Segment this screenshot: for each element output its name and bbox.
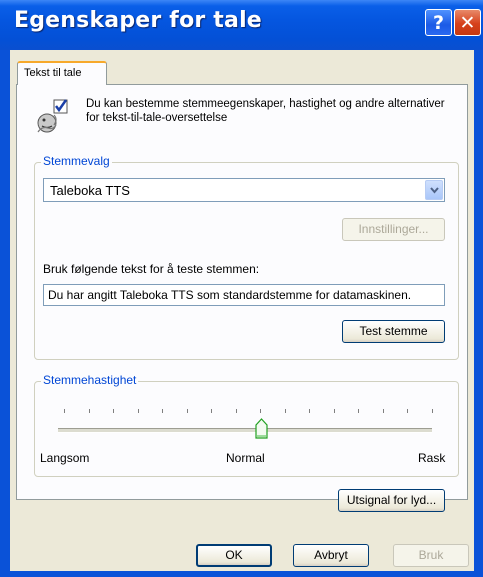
test-text-field[interactable] [43,284,445,306]
test-text-prompt: Bruk følgende tekst for å teste stemmen: [43,262,260,276]
ok-button[interactable]: OK [196,544,272,567]
chevron-down-icon[interactable] [425,180,443,200]
tab-tekst-til-tale[interactable]: Tekst til tale [17,61,107,85]
slider-tick [137,409,139,413]
speed-mid-label: Normal [226,451,265,465]
window-frame-left [0,50,10,577]
slider-tick [382,409,384,413]
audio-output-button[interactable]: Utsignal for lyd... [338,489,445,512]
voice-speed-label: Stemmehastighet [41,373,139,387]
title-bar[interactable]: Egenskaper for tale ? ✕ [0,0,483,50]
slider-tick [113,409,115,413]
slider-tick [235,409,237,413]
cancel-button[interactable]: Avbryt [293,544,369,567]
slider-tick [64,409,65,413]
slider-tick [407,409,409,413]
selected-voice: Taleboka TTS [50,183,130,198]
window-frame-right [474,50,483,577]
help-button[interactable]: ? [425,9,452,36]
test-text-input[interactable] [46,286,442,304]
slider-tick [358,409,360,413]
speed-slider-thumb[interactable] [254,418,268,439]
slider-tick [162,409,164,413]
settings-button[interactable]: Innstillinger... [342,218,445,241]
slider-tick [211,409,213,413]
tab-label: Tekst til tale [24,67,82,79]
slider-tick [260,409,262,413]
window-frame-bottom [0,571,483,577]
voice-select[interactable]: Taleboka TTS [43,178,445,202]
slider-tick [309,409,311,413]
window-title: Egenskaper for tale [14,8,262,33]
slider-tick [88,409,90,413]
slider-tick [333,409,335,413]
speed-slider-track[interactable] [58,428,432,433]
speed-min-label: Langsom [40,451,90,465]
speech-icon [37,99,68,133]
speed-max-label: Rask [418,451,446,465]
description-text: Du kan bestemme stemmeegenskaper, hastig… [86,98,445,124]
slider-tick [432,409,433,413]
voice-selection-label: Stemmevalg [41,154,112,168]
test-voice-button[interactable]: Test stemme [342,320,445,343]
slider-tick [284,409,286,413]
apply-button[interactable]: Bruk [393,544,469,567]
close-button[interactable]: ✕ [454,9,481,36]
slider-tick [186,409,188,413]
speech-properties-dialog: Egenskaper for tale ? ✕ Tekst til tale D… [0,0,483,577]
